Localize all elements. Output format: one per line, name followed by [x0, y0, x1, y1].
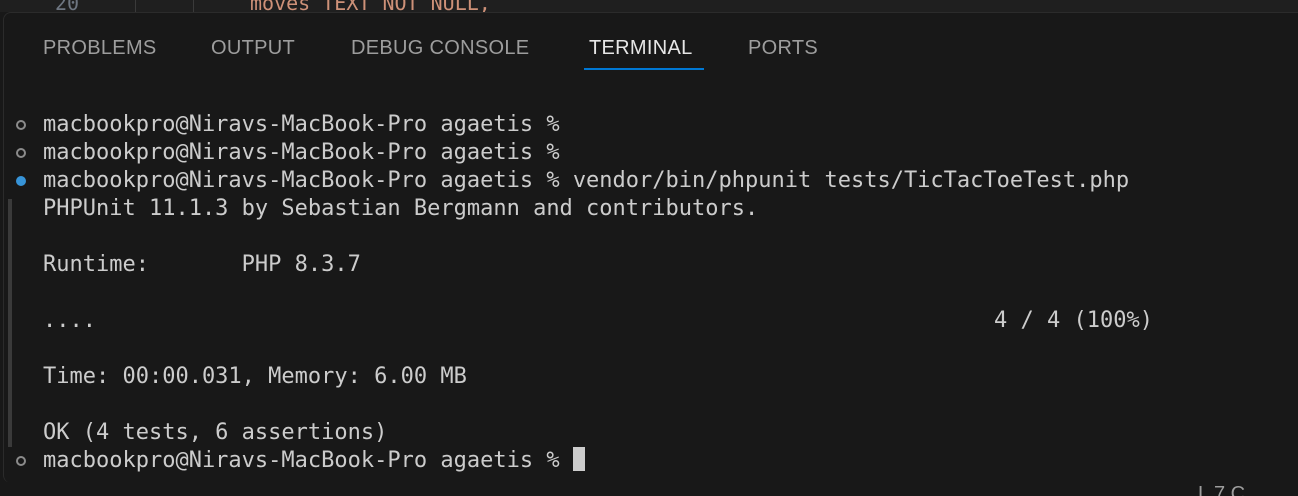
tab-debug-console[interactable]: DEBUG CONSOLE — [351, 37, 529, 60]
output-progress: 4 / 4 (100%) — [994, 308, 1153, 333]
tab-output[interactable]: OUTPUT — [211, 37, 295, 60]
tab-ports[interactable]: PORTS — [748, 37, 818, 60]
bottom-panel: PROBLEMS OUTPUT DEBUG CONSOLE TERMINAL P… — [3, 12, 1298, 483]
command-decoration-icon[interactable] — [16, 456, 26, 466]
output-time: Time: 00:00.031, Memory: 6.00 MB — [43, 364, 467, 389]
gutter-divider — [135, 0, 136, 12]
prompt-text: macbookpro@Niravs-MacBook-Pro agaetis % — [43, 112, 560, 137]
terminal-command-line: macbookpro@Niravs-MacBook-Pro agaetis % … — [43, 167, 1129, 195]
line-number: 20 — [55, 0, 80, 12]
output-dots: .... — [43, 308, 96, 333]
command-output-marker — [8, 199, 12, 447]
prompt-text: macbookpro@Niravs-MacBook-Pro agaetis % — [43, 168, 560, 193]
output-result: OK (4 tests, 6 assertions) — [43, 420, 388, 445]
cursor-position[interactable]: L 7 C — [1198, 483, 1245, 496]
code-line[interactable]: moves TEXT NOT NULL, — [250, 0, 491, 12]
terminal-prompt-line: macbookpro@Niravs-MacBook-Pro agaetis % — [43, 111, 560, 139]
command-decoration-icon[interactable] — [16, 148, 26, 158]
output-runtime: Runtime: PHP 8.3.7 — [43, 252, 361, 277]
status-bar: L 7 C — [0, 482, 1298, 496]
command-decoration-icon[interactable] — [16, 120, 26, 130]
terminal-prompt-line: macbookpro@Niravs-MacBook-Pro agaetis % — [43, 139, 560, 167]
indent-guide — [193, 0, 194, 12]
tab-terminal[interactable]: TERMINAL — [589, 37, 693, 60]
editor-area: 20 moves TEXT NOT NULL, — [0, 0, 1298, 12]
active-tab-indicator — [584, 68, 704, 70]
command-text: vendor/bin/phpunit tests/TicTacToeTest.p… — [572, 168, 1130, 193]
output-header: PHPUnit 11.1.3 by Sebastian Bergmann and… — [43, 196, 759, 221]
prompt-text: macbookpro@Niravs-MacBook-Pro agaetis % — [43, 140, 560, 165]
command-decoration-success-icon[interactable] — [16, 176, 26, 186]
terminal-cursor[interactable] — [572, 447, 585, 471]
tab-problems[interactable]: PROBLEMS — [43, 37, 157, 60]
panel-tab-bar: PROBLEMS OUTPUT DEBUG CONSOLE TERMINAL P… — [4, 13, 1298, 73]
prompt-text: macbookpro@Niravs-MacBook-Pro agaetis % — [43, 448, 560, 473]
terminal-prompt-line: macbookpro@Niravs-MacBook-Pro agaetis % — [43, 447, 585, 475]
